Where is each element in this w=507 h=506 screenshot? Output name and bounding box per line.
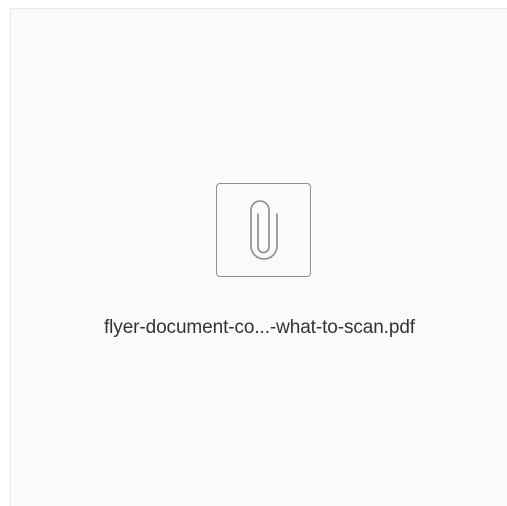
attachment-file-name[interactable]: flyer-document-co...-what-to-scan.pdf [11,317,507,339]
paperclip-icon [216,183,311,277]
attachment-preview-card[interactable]: flyer-document-co...-what-to-scan.pdf [10,8,507,506]
